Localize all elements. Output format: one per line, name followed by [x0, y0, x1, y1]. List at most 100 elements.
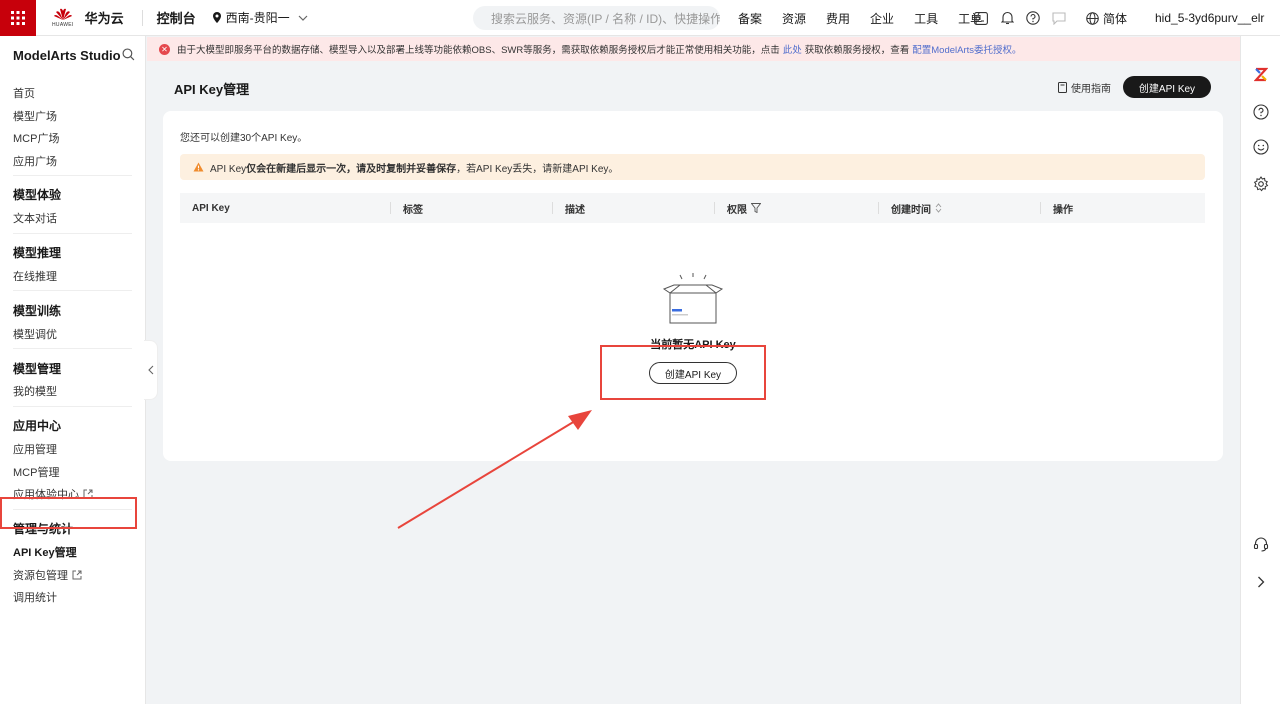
location-pin-icon [212, 11, 221, 23]
sidebar-item-my-models[interactable]: 我的模型 [13, 383, 57, 399]
table-header: API Key 标签 描述 权限 创建时间 操作 [180, 193, 1205, 223]
user-guide-label: 使用指南 [1071, 84, 1111, 95]
sidebar-item-label: 应用管理 [13, 444, 57, 456]
headset-support-icon[interactable] [1253, 536, 1269, 552]
bell-icon[interactable] [999, 10, 1015, 26]
sidebar-item-label: MCP广场 [13, 133, 60, 145]
sidebar-item-label: 首页 [13, 88, 35, 100]
sidebar-group-model-experience: 模型体验 [13, 188, 62, 202]
sidebar-item-home[interactable]: 首页 [13, 85, 35, 101]
warning-icon [193, 162, 204, 172]
sidebar-title: ModelArts Studio [13, 48, 121, 63]
sidebar-item-label: 资源包管理 [13, 570, 68, 582]
column-description: 描述 [553, 193, 715, 223]
column-actions: 操作 [1041, 193, 1205, 223]
region-selector[interactable]: 西南-贵阳一 [212, 9, 308, 26]
sidebar-item-label: 模型广场 [13, 111, 57, 123]
sort-icon[interactable] [935, 203, 942, 213]
sidebar-item-app-management[interactable]: 应用管理 [13, 441, 57, 457]
user-account-menu[interactable]: hid_5-3yd6purv__elr [1155, 0, 1264, 36]
top-navbar: HUAWEI 华为云 控制台 西南-贵阳一 搜索云服务、资源(IP / 名称 /… [0, 0, 1280, 36]
column-api-key: API Key [180, 193, 391, 223]
warning-text-bold: 仅会在新建后显示一次，请及时复制并妥善保存 [246, 163, 457, 175]
sidebar-item-label: 应用广场 [13, 156, 57, 168]
sidebar-item-usage-stats[interactable]: 调用统计 [13, 589, 57, 605]
chevron-right-icon[interactable] [1253, 574, 1269, 590]
menu-tools[interactable]: 工具 [914, 10, 938, 27]
sidebar-item-label: 调用统计 [13, 592, 57, 604]
authorization-alert: ✕ 由于大模型即服务平台的数据存储、模型导入以及部署上线等功能依赖OBS、SWR… [147, 37, 1268, 61]
warning-banner: API Key仅会在新建后显示一次，请及时复制并妥善保存，若API Key丢失，… [180, 154, 1205, 180]
sidebar: ModelArts Studio 首页 模型广场 MCP广场 应用广场 模型体验… [0, 36, 146, 704]
sidebar-divider [13, 290, 132, 291]
empty-box-icon [662, 273, 724, 324]
feedback-icon[interactable] [1051, 10, 1067, 26]
sidebar-item-app-square[interactable]: 应用广场 [13, 153, 57, 169]
sidebar-item-label: 我的模型 [13, 386, 57, 398]
menu-billing[interactable]: 费用 [826, 10, 850, 27]
smiley-feedback-icon[interactable] [1253, 139, 1269, 155]
sidebar-item-mcp-management[interactable]: MCP管理 [13, 464, 59, 480]
menu-enterprise[interactable]: 企业 [870, 10, 894, 27]
ai-assistant-icon[interactable] [1253, 66, 1269, 82]
alert-link-here[interactable]: 此处 [783, 42, 802, 56]
sidebar-item-label: API Key管理 [13, 547, 77, 559]
globe-icon [1086, 11, 1099, 25]
grid-icon [11, 10, 25, 25]
top-icons [973, 0, 1067, 36]
sidebar-item-online-inference[interactable]: 在线推理 [13, 268, 57, 284]
error-icon: ✕ [159, 43, 170, 55]
sidebar-item-label: MCP管理 [13, 467, 60, 479]
sidebar-item-model-square[interactable]: 模型广场 [13, 108, 57, 124]
sidebar-divider [13, 406, 132, 407]
menu-beian[interactable]: 备案 [738, 10, 762, 27]
quota-text: 您还可以创建30个API Key。 [180, 133, 308, 144]
page-title: API Key管理 [174, 82, 250, 97]
sidebar-item-resource-packages[interactable]: 资源包管理 [13, 567, 82, 583]
column-permissions: 权限 [715, 193, 879, 223]
alert-link-delegation[interactable]: 配置ModelArts委托授权。 [912, 42, 1021, 56]
warning-text-pre: API Key [210, 163, 247, 175]
sidebar-collapse-button[interactable] [144, 340, 158, 400]
divider [141, 9, 143, 26]
sidebar-group-app-center: 应用中心 [13, 419, 62, 433]
sidebar-search-icon[interactable] [122, 48, 135, 64]
help-icon[interactable] [1253, 104, 1269, 120]
column-label: 创建时间 [891, 204, 931, 216]
settings-gear-icon[interactable] [1253, 176, 1269, 192]
user-guide-link[interactable]: 使用指南 [1058, 80, 1111, 95]
terminal-icon[interactable] [973, 10, 989, 26]
chevron-left-icon [147, 365, 153, 375]
global-search-input[interactable]: 搜索云服务、资源(IP / 名称 / ID)、快捷操作... [473, 6, 720, 30]
username: hid_5-3yd6purv__elr [1155, 11, 1265, 25]
sidebar-divider [13, 233, 132, 234]
column-label: 权限 [727, 204, 747, 216]
sidebar-item-model-tuning[interactable]: 模型调优 [13, 326, 57, 342]
column-label: API Key [192, 202, 230, 214]
sidebar-item-label: 文本对话 [13, 213, 57, 225]
service-grid-button[interactable] [0, 0, 36, 36]
right-rail [1240, 36, 1280, 704]
external-link-icon [72, 570, 82, 580]
sidebar-item-mcp-square[interactable]: MCP广场 [13, 130, 59, 146]
warning-text-post: ，若API Key丢失，请新建API Key。 [456, 163, 619, 175]
console-link[interactable]: 控制台 [157, 8, 196, 27]
create-api-key-button[interactable]: 创建API Key [1123, 76, 1211, 98]
warning-text: API Key仅会在新建后显示一次，请及时复制并妥善保存，若API Key丢失，… [210, 160, 618, 175]
column-label: 标签 [403, 204, 423, 216]
sidebar-item-api-key-management[interactable]: API Key管理 [13, 544, 77, 560]
filter-icon[interactable] [751, 203, 761, 213]
menu-resources[interactable]: 资源 [782, 10, 806, 27]
sidebar-item-label: 模型调优 [13, 329, 57, 341]
sidebar-group-inference: 模型推理 [13, 246, 62, 260]
huawei-cloud-logo[interactable]: HUAWEI 华为云 [52, 7, 124, 28]
huawei-wordmark: HUAWEI [52, 22, 74, 28]
chevron-down-icon [298, 15, 308, 21]
highlight-box-sidebar [0, 497, 137, 529]
column-created-time: 创建时间 [879, 193, 1041, 223]
language-switcher[interactable]: 简体 [1086, 0, 1127, 36]
column-label: 描述 [565, 204, 585, 216]
sidebar-group-model-management: 模型管理 [13, 362, 62, 376]
help-icon[interactable] [1025, 10, 1041, 26]
sidebar-item-text-chat[interactable]: 文本对话 [13, 210, 57, 226]
